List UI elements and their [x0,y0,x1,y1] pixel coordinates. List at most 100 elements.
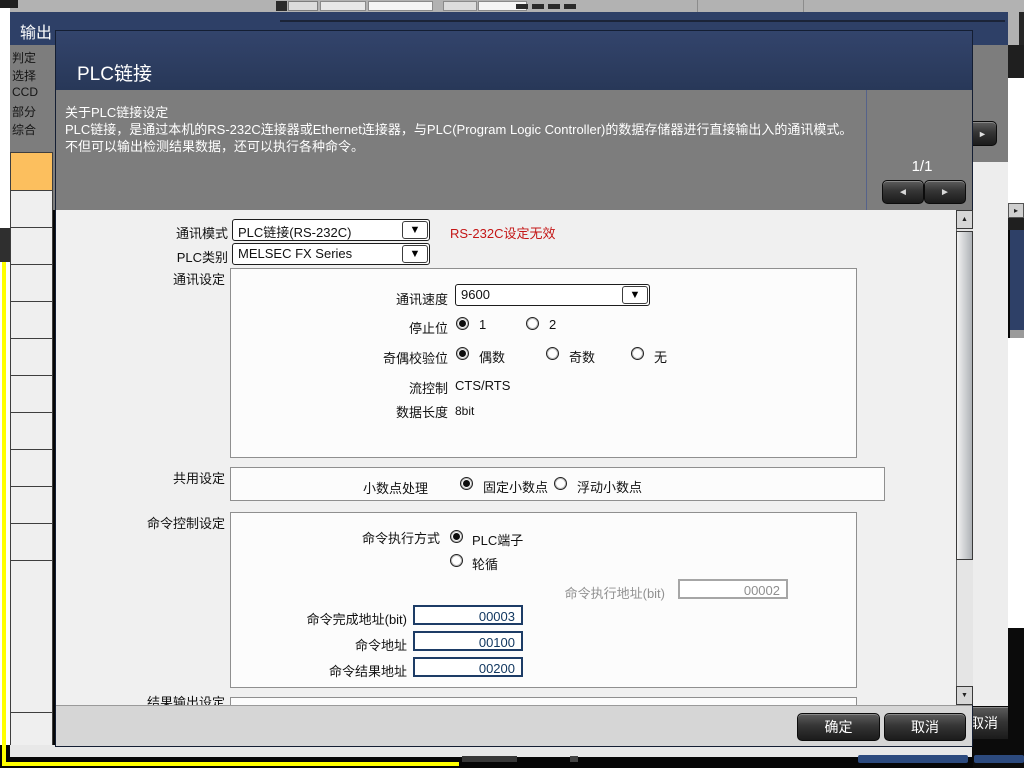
speed-value: 9600 [456,285,621,305]
sidebar-item[interactable]: 判定 [12,49,54,64]
plc-type-value: MELSEC FX Series [233,244,401,264]
clipped-toolbar-text [516,4,528,9]
clipped-toolbar-text [548,4,560,9]
output-window-right-panel [973,162,1008,712]
scrollbar-thumb[interactable] [956,231,973,560]
screen: 输出 判定 选择 CCD 部分 综合 ► 取消 ▸ [0,0,1024,768]
flow-control-label: 流控制 [350,378,448,397]
exec-addr-input: 00002 [678,579,788,599]
table-row[interactable] [11,487,52,524]
decimal-label: 小数点处理 [330,478,428,497]
exec-addr-label: 命令执行地址(bit) [545,583,665,602]
sidebar-item[interactable]: 部分 [12,103,54,118]
toolbar-button[interactable] [368,1,433,11]
parity-option-odd[interactable]: 奇数 [569,347,595,366]
exec-mode-radio-poll[interactable] [450,554,463,567]
stop-bit-option-1[interactable]: 1 [479,317,486,332]
pager-next-icon: ► [940,187,950,198]
scroll-up-icon: ▲ [961,216,968,223]
decimal-radio-fixed[interactable] [460,477,473,490]
table-row[interactable] [11,524,52,561]
stop-bit-radio-2[interactable] [526,317,539,330]
parity-option-even[interactable]: 偶数 [479,347,505,366]
statusbar-blue-segment [858,755,968,763]
small-right-arrow-icon: ▸ [1014,206,1018,215]
decimal-option-float[interactable]: 浮动小数点 [577,477,642,496]
command-control-label: 命令控制设定 [118,513,225,532]
comm-mode-label: 通讯模式 [130,223,228,242]
exec-mode-option-poll[interactable]: 轮循 [472,554,498,573]
sidebar-item[interactable]: 选择 [12,67,54,82]
exec-mode-radio-plc[interactable] [450,530,463,543]
clipped-toolbar-text [564,4,576,9]
result-addr-input[interactable]: 00200 [413,657,523,677]
pager-prev-button[interactable]: ◄ [882,180,924,204]
scroll-down-icon: ▼ [961,692,968,699]
table-row-selected[interactable] [11,153,52,191]
stop-bit-radio-1[interactable] [456,317,469,330]
toolbar-dark-button[interactable] [276,1,287,11]
toolbar-button[interactable] [320,1,366,11]
parity-label: 奇偶校验位 [350,348,448,367]
decimal-radio-float[interactable] [554,477,567,490]
toolbar-divider [697,0,698,12]
table-row[interactable] [11,561,52,713]
parity-option-none[interactable]: 无 [654,347,667,366]
table-row[interactable] [11,413,52,450]
cmd-addr-input[interactable]: 00100 [413,631,523,651]
page-indicator: 1/1 [900,158,944,175]
table-row[interactable] [11,228,52,265]
pager-next-button[interactable]: ► [924,180,966,204]
clipped-toolbar-text [532,4,544,9]
dropdown-arrow-icon[interactable]: ▼ [622,286,648,304]
ok-button[interactable]: 确定 [797,713,880,741]
table-row[interactable] [11,376,52,413]
right-scrollbar-cap [1010,330,1024,338]
table-row[interactable] [11,450,52,487]
right-scroll-arrow-button[interactable]: ▸ [1008,203,1024,218]
top-left-corner [0,0,18,8]
plc-type-dropdown[interactable]: MELSEC FX Series ▼ [232,243,430,265]
dropdown-arrow-icon[interactable]: ▼ [402,221,428,239]
parity-radio-even[interactable] [456,347,469,360]
scrollbar-up-button[interactable]: ▲ [956,210,973,229]
description-divider [866,90,867,210]
common-settings-label: 共用设定 [130,468,225,487]
parity-radio-odd[interactable] [546,347,559,360]
statusbar-dash [570,756,578,762]
parity-radio-none[interactable] [631,347,644,360]
decimal-option-fixed[interactable]: 固定小数点 [483,477,548,496]
exec-mode-option-plc[interactable]: PLC端子 [472,530,523,549]
sidebar-item[interactable]: CCD [12,85,54,100]
right-edge-dark [1019,12,1024,45]
toolbar-button[interactable] [288,1,318,11]
exec-mode-label: 命令执行方式 [330,528,440,547]
table-row[interactable] [11,302,52,339]
right-scrollbar-thumb[interactable] [1010,230,1024,330]
rs232c-warning: RS-232C设定无效 [450,223,555,242]
output-window-title: 输出 [20,19,52,43]
sidebar-item[interactable]: 综合 [12,121,54,136]
table-row[interactable] [11,339,52,376]
right-edge-black [1008,628,1024,768]
table-row[interactable] [11,191,52,228]
result-addr-label: 命令结果地址 [307,661,407,680]
cmd-addr-label: 命令地址 [307,635,407,654]
complete-addr-input[interactable]: 00003 [413,605,523,625]
cancel-button[interactable]: 取消 [884,713,966,741]
speed-dropdown[interactable]: 9600 ▼ [455,284,650,306]
right-edge-dark3 [1008,218,1024,230]
table-row[interactable] [11,265,52,302]
output-window-inner-border [280,20,1005,22]
stop-bit-option-2[interactable]: 2 [549,317,556,332]
flow-table-column [10,152,53,757]
statusbar-dash [462,756,517,762]
scrollbar-down-button[interactable]: ▼ [956,686,973,705]
right-edge-white2 [1008,338,1024,628]
description-line2: 不但可以输出检测结果数据，还可以执行各种命令。 [65,136,364,155]
right-edge-dark2 [1008,45,1024,78]
comm-settings-label: 通讯设定 [130,269,225,288]
comm-mode-dropdown[interactable]: PLC链接(RS-232C) ▼ [232,219,430,241]
dropdown-arrow-icon[interactable]: ▼ [402,245,428,263]
toolbar-button[interactable] [443,1,477,11]
